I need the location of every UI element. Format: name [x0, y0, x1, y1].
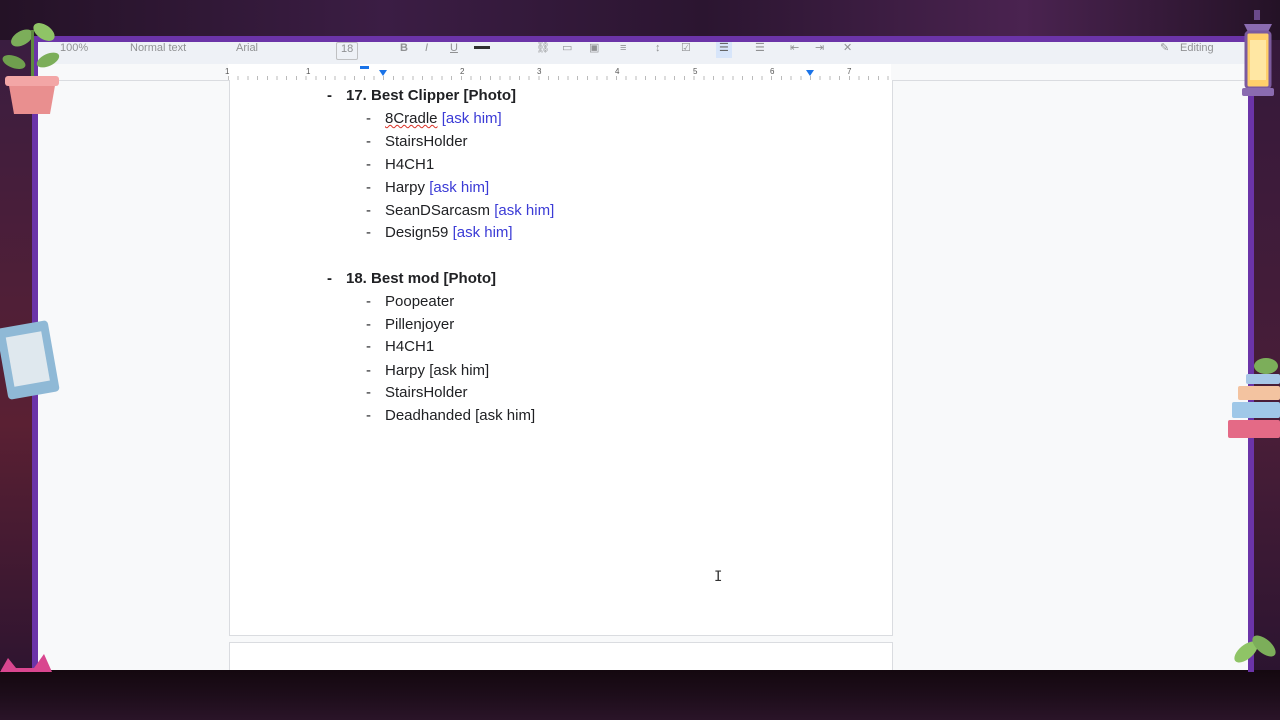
book-stack-icon [1228, 358, 1280, 438]
potted-plant-icon [2, 23, 60, 114]
overlay-bottom-background [0, 670, 1280, 720]
lantern-icon [1242, 10, 1274, 96]
cat-ears-icon [0, 654, 52, 672]
overlay-top-background [0, 0, 1280, 40]
picture-frame-icon [0, 320, 60, 400]
leaf-plant-icon [1234, 635, 1276, 663]
overlay-frame [32, 36, 1254, 672]
